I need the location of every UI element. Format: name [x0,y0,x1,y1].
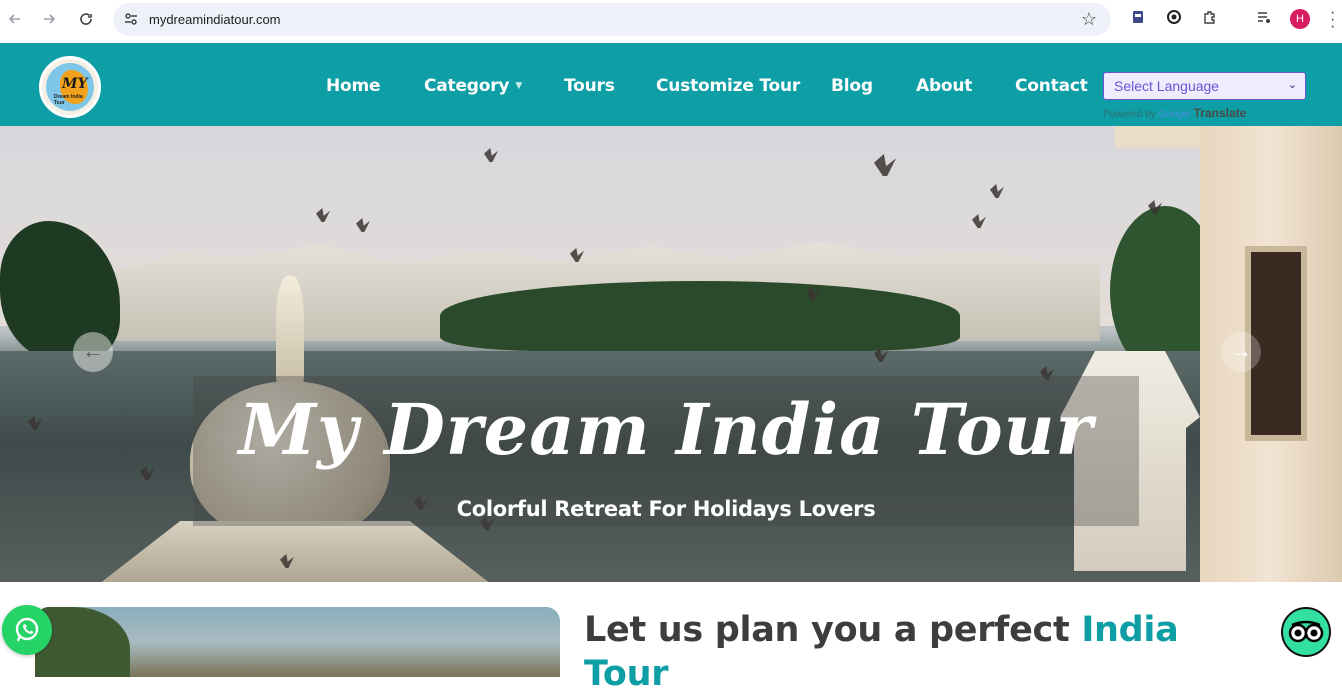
nav-contact[interactable]: Contact [1015,76,1088,96]
logo-text: MY [62,76,88,92]
hero-slider: My Dream India Tour Colorful Retreat For… [0,126,1342,582]
whatsapp-icon [15,617,39,642]
extension-icon[interactable] [1130,9,1148,27]
translate-link[interactable]: Translate [1194,106,1247,120]
address-bar[interactable]: mydreamindiatour.com ☆ [113,3,1111,36]
nav-customize-tour[interactable]: Customize Tour [656,76,800,96]
intro-image-tree [35,607,130,677]
profile-avatar[interactable]: H [1290,9,1310,29]
arrow-left-icon: ← [82,338,104,363]
site-logo[interactable]: MY Dream India Tour [39,56,101,118]
nav-about[interactable]: About [916,76,972,96]
media-icon[interactable] [1256,9,1274,27]
hero-title: My Dream India Tour [238,388,1094,471]
slider-next-button[interactable]: → [1221,332,1261,372]
nav-category[interactable]: Category ▼ [424,76,522,96]
puzzle-icon[interactable] [1202,9,1220,27]
hero-trees [440,281,960,351]
kebab-menu-icon[interactable]: · · · [1330,5,1336,35]
reload-icon[interactable] [75,8,97,30]
hero-subtitle: Colorful Retreat For Holidays Lovers [456,497,876,521]
slider-prev-button[interactable]: ← [73,332,113,372]
forward-arrow-icon[interactable] [38,8,60,30]
intro-heading: Let us plan you a perfect India Tour [584,608,1184,696]
extension-icon[interactable] [1166,9,1184,27]
nav-blog[interactable]: Blog [831,76,873,96]
tripadvisor-button[interactable] [1281,607,1331,657]
hero-dome-spire [276,276,304,386]
browser-toolbar: mydreamindiatour.com ☆ H · · · [0,0,1342,43]
intro-image [35,607,560,677]
whatsapp-button[interactable] [2,605,52,655]
chevron-down-icon: ▼ [515,81,523,91]
arrow-right-icon: → [1230,338,1252,363]
google-logo[interactable]: Google [1159,109,1191,120]
back-arrow-icon[interactable] [4,8,26,30]
nav-home[interactable]: Home [326,76,381,96]
powered-by-google-translate: Powered by Google Translate [1103,106,1246,120]
logo-badge: MY Dream India Tour [46,63,94,111]
intro-heading-text: Let us plan you a perfect [584,610,1082,650]
powered-by-label: Powered by [1103,109,1156,120]
bookmark-star-icon[interactable]: ☆ [1081,9,1097,30]
nav-category-label: Category [424,76,510,96]
logo-subtext: Dream India Tour [54,94,83,106]
language-select[interactable]: Select Language ⌄ [1103,72,1306,100]
url-text[interactable]: mydreamindiatour.com [149,12,281,27]
language-select-value: Select Language [1114,78,1220,94]
nav-tours[interactable]: Tours [564,76,615,96]
chevron-down-icon: ⌄ [1287,79,1297,91]
site-info-icon[interactable] [123,11,139,27]
site-header: MY Dream India Tour Home Category ▼ Tours… [0,43,1342,126]
tripadvisor-icon [1288,620,1324,643]
